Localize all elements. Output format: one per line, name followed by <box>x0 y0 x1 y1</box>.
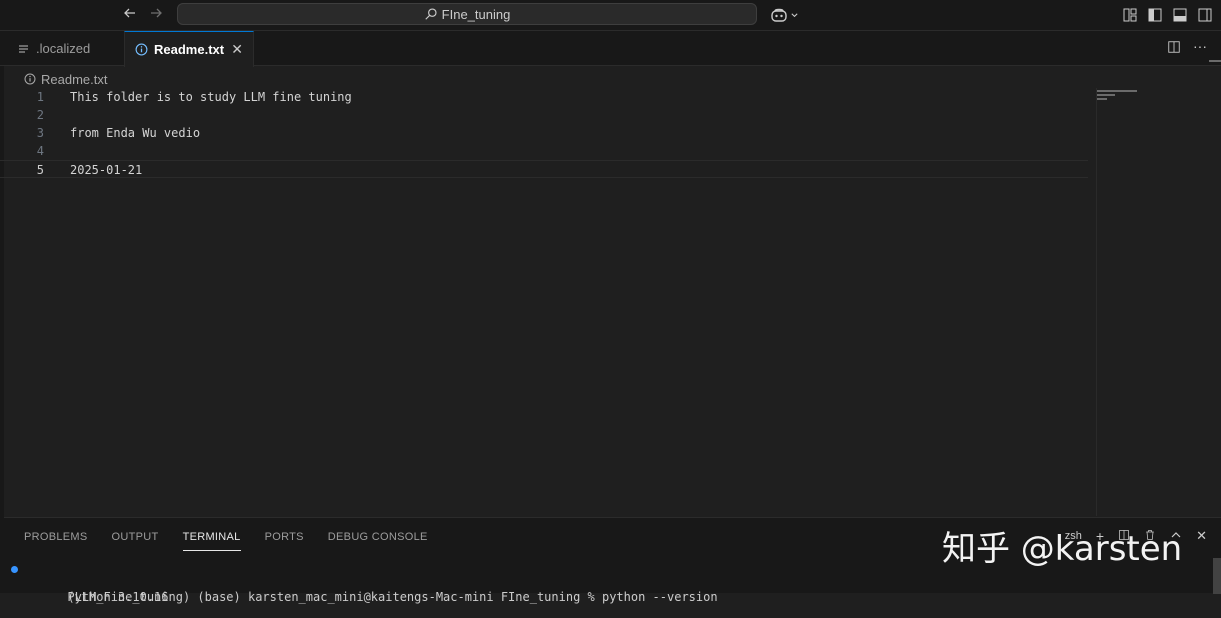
line-number: 2 <box>36 108 44 122</box>
tab-readme[interactable]: Readme.txt ✕ <box>124 31 254 67</box>
breadcrumb[interactable]: Readme.txt <box>24 70 107 88</box>
toggle-primary-sidebar-icon[interactable] <box>1147 7 1163 23</box>
terminal-line-text: Python 3.10.16 <box>67 590 169 604</box>
editor-line[interactable]: 2 <box>0 106 1088 124</box>
minimap-line <box>1097 90 1137 92</box>
tab-terminal[interactable]: TERMINAL <box>182 530 241 551</box>
more-actions-icon[interactable]: ··· <box>1193 39 1207 57</box>
info-icon <box>135 43 148 56</box>
copilot-menu[interactable] <box>770 6 800 24</box>
scrollbar-marker <box>1209 60 1221 62</box>
editor-line[interactable]: 3 from Enda Wu vedio <box>0 124 1088 142</box>
layout-controls <box>1122 7 1213 23</box>
editor-line-current[interactable]: 5 2025-01-21 <box>0 160 1088 178</box>
editor-actions: ··· <box>1167 39 1207 57</box>
line-number: 3 <box>36 126 44 140</box>
copilot-icon <box>771 8 787 22</box>
close-icon[interactable]: ✕ <box>1196 528 1207 544</box>
tab-output[interactable]: OUTPUT <box>112 530 159 550</box>
chevron-down-icon <box>791 12 798 17</box>
line-number: 1 <box>36 90 44 104</box>
tab-debug-console[interactable]: DEBUG CONSOLE <box>328 530 428 550</box>
minimap-line <box>1097 98 1107 100</box>
minimap[interactable] <box>1096 88 1207 516</box>
split-editor-icon[interactable] <box>1167 40 1181 57</box>
tab-label: .localized <box>36 41 91 56</box>
terminal-output[interactable]: (LLM_Fine_tuning) (base) karsten_mac_min… <box>4 562 718 604</box>
workspace-name: FIne_tuning <box>441 6 511 22</box>
editor-line[interactable]: 4 <box>0 142 1088 160</box>
tab-problems[interactable]: PROBLEMS <box>24 530 88 550</box>
search-icon <box>425 8 437 20</box>
line-text: from Enda Wu vedio <box>70 126 201 140</box>
terminal-line: Python 3.10.16 <box>4 576 718 604</box>
arrow-right-icon[interactable] <box>146 5 166 25</box>
info-icon <box>24 73 36 85</box>
breadcrumb-file: Readme.txt <box>41 71 108 87</box>
toggle-secondary-sidebar-icon[interactable] <box>1197 7 1213 23</box>
title-bar: FIne_tuning <box>0 0 1221 31</box>
terminal-scrollbar[interactable] <box>1213 558 1221 594</box>
terminal-line: (LLM_Fine_tuning) (base) karsten_mac_min… <box>4 562 718 604</box>
tab-ports[interactable]: PORTS <box>265 530 304 550</box>
minimap-line <box>1097 94 1115 96</box>
panel-tabs: PROBLEMS OUTPUT TERMINAL PORTS DEBUG CON… <box>24 530 428 551</box>
line-number: 5 <box>36 163 44 177</box>
command-center-search[interactable]: FIne_tuning <box>177 3 757 25</box>
watermark: 知乎 @karsten <box>942 529 1183 569</box>
toggle-panel-icon[interactable] <box>1172 7 1188 23</box>
close-icon[interactable]: ✕ <box>231 41 243 58</box>
arrow-left-icon[interactable] <box>120 5 140 25</box>
line-text: 2025-01-21 <box>70 163 143 177</box>
lines-icon <box>19 44 28 53</box>
tab-label: Readme.txt <box>154 42 225 57</box>
customize-layout-icon[interactable] <box>1122 7 1138 23</box>
tab-localized[interactable]: .localized <box>8 31 123 66</box>
command-status-dot-icon <box>11 566 18 573</box>
line-text: This folder is to study LLM fine tuning <box>70 90 352 104</box>
line-number: 4 <box>36 144 44 158</box>
editor-line[interactable]: 1 This folder is to study LLM fine tunin… <box>0 88 1088 106</box>
code-editor[interactable]: 1 This folder is to study LLM fine tunin… <box>0 88 1210 516</box>
editor-tab-bar: .localized Readme.txt ✕ ··· <box>0 31 1221 67</box>
